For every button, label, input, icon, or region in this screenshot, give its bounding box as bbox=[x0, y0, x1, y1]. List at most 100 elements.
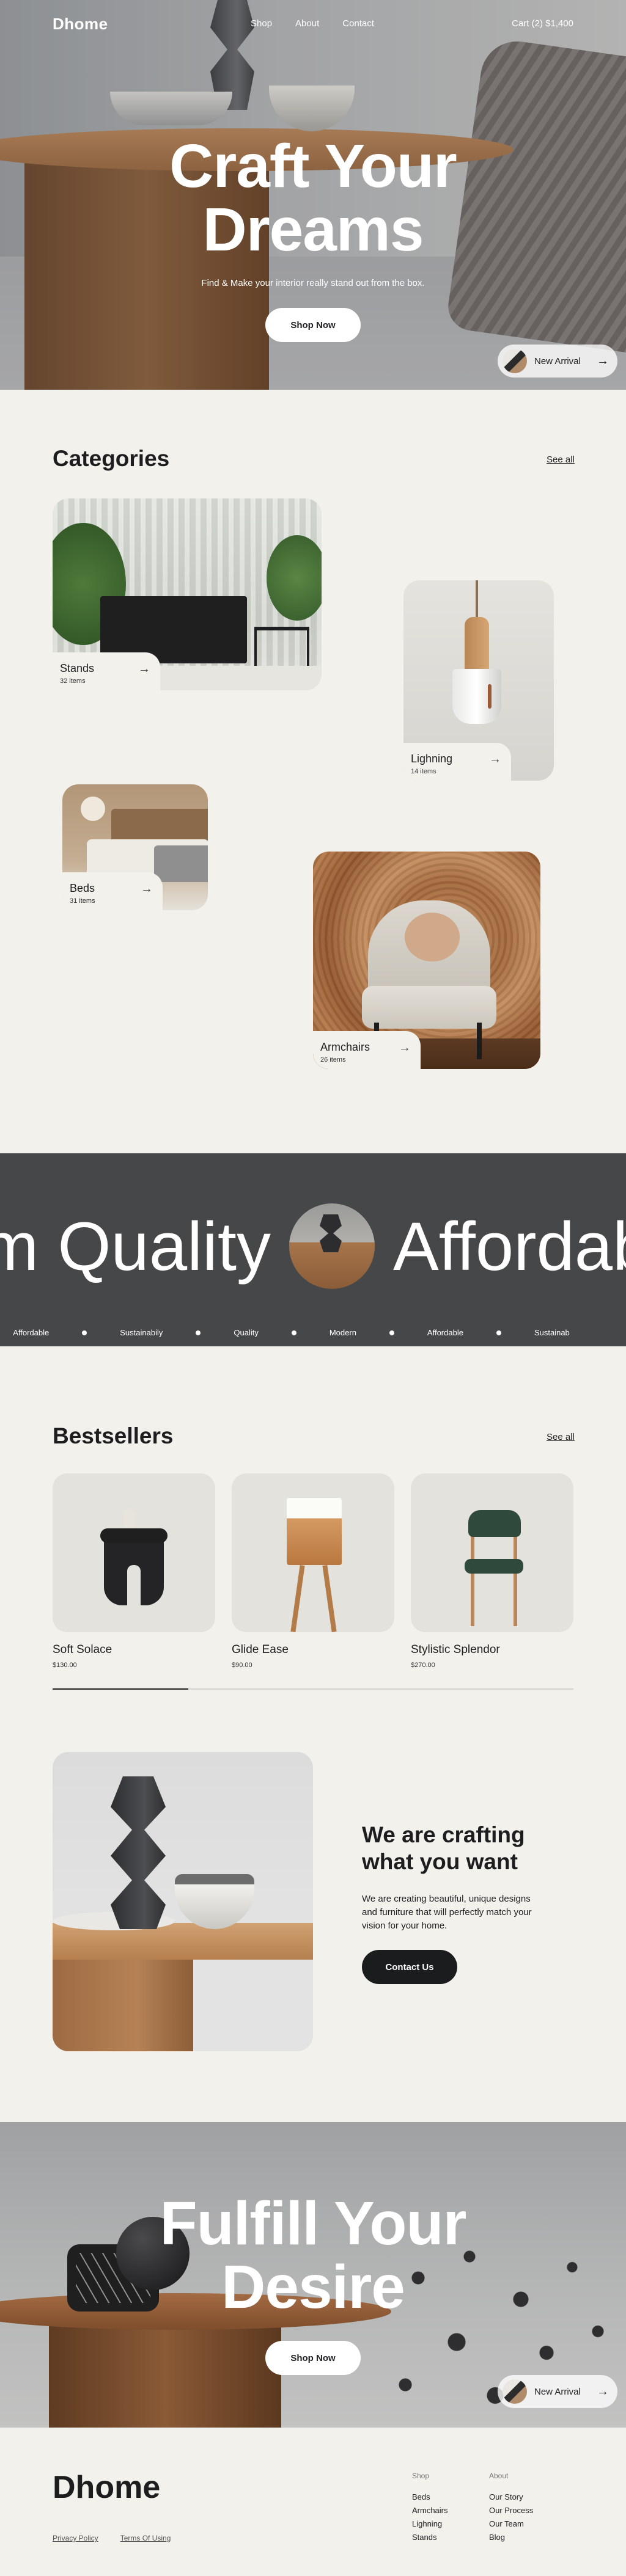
nav-link-shop[interactable]: Shop bbox=[251, 18, 272, 29]
footer-link-beds[interactable]: Beds bbox=[412, 2492, 448, 2501]
shop-now-button[interactable]: Shop Now bbox=[265, 308, 361, 342]
bullet-dot-icon bbox=[496, 1330, 501, 1335]
bestsellers-title: Bestsellers bbox=[53, 1423, 174, 1448]
product-name[interactable]: Glide Ease bbox=[232, 1643, 394, 1657]
armchair-pillow-image bbox=[405, 913, 460, 961]
footer-link-stands[interactable]: Stands bbox=[412, 2533, 448, 2542]
product-card-soft-solace[interactable]: Soft Solace $130.00 bbox=[53, 1473, 215, 1669]
category-count: 14 items bbox=[411, 768, 436, 775]
category-name: Lighning bbox=[411, 753, 453, 765]
arrow-right-icon[interactable]: → bbox=[489, 753, 501, 767]
crafting-image bbox=[53, 1752, 313, 2051]
category-tag-lightning: Lighning 14 items → bbox=[403, 743, 511, 781]
product-image-soft-solace[interactable] bbox=[53, 1473, 215, 1632]
new-arrival-thumbnail bbox=[503, 2379, 527, 2404]
marquee-item: Affordable bbox=[427, 1328, 463, 1337]
logo[interactable]: Dhome bbox=[53, 15, 108, 34]
marquee-word: m Quality bbox=[0, 1208, 271, 1285]
category-card-armchairs[interactable]: Armchairs 26 items → bbox=[313, 852, 540, 1069]
category-count: 32 items bbox=[60, 677, 86, 685]
marquee-item: Affordable bbox=[13, 1328, 50, 1337]
new-arrival-thumbnail bbox=[503, 349, 527, 373]
arrow-right-icon[interactable]: → bbox=[141, 882, 153, 896]
new-arrival-button[interactable]: New Arrival → bbox=[498, 345, 617, 378]
footer-logo[interactable]: Dhome bbox=[53, 2469, 160, 2506]
product-card-glide-ease[interactable]: Glide Ease $90.00 bbox=[232, 1473, 394, 1669]
marquee-small-row: n Affordable Sustainabily Quality Modern… bbox=[0, 1328, 570, 1337]
bestsellers-see-all-link[interactable]: See all bbox=[547, 1432, 575, 1442]
footer-link-blog[interactable]: Blog bbox=[489, 2533, 533, 2542]
crafting-bowl-image bbox=[175, 1874, 254, 1929]
arrow-right-icon: → bbox=[597, 354, 609, 368]
categories-see-all-link[interactable]: See all bbox=[547, 454, 575, 465]
desire-title: Fulfill Your Desire bbox=[0, 2192, 626, 2319]
hero-title-line-2: Dreams bbox=[202, 195, 424, 264]
product-name[interactable]: Soft Solace bbox=[53, 1643, 215, 1657]
category-tag-armchairs: Armchairs 26 items → bbox=[313, 1031, 421, 1069]
contact-us-button[interactable]: Contact Us bbox=[362, 1950, 457, 1984]
crafting-title: We are crafting what you want bbox=[362, 1822, 525, 1874]
marquee-item: Sustainab bbox=[534, 1328, 570, 1337]
product-price: $270.00 bbox=[411, 1662, 435, 1669]
bestsellers-scroll-track[interactable] bbox=[53, 1688, 573, 1690]
chair-frame bbox=[471, 1534, 474, 1626]
beds-throw-image bbox=[154, 845, 208, 882]
privacy-policy-link[interactable]: Privacy Policy bbox=[53, 2534, 98, 2542]
terms-of-using-link[interactable]: Terms Of Using bbox=[120, 2534, 171, 2542]
product-card-stylistic-splendor[interactable]: Stylistic Splendor $270.00 bbox=[411, 1473, 573, 1669]
category-tag-beds: Beds 31 items → bbox=[62, 872, 163, 910]
product-image-stylistic-splendor[interactable] bbox=[411, 1473, 573, 1632]
chair-seat-image bbox=[465, 1559, 523, 1574]
marquee-band: m Quality Affordab n Affordable Sustaina… bbox=[0, 1153, 626, 1346]
nav-link-about[interactable]: About bbox=[295, 18, 319, 29]
lamp-shade-image bbox=[452, 669, 501, 724]
footer-link-our-team[interactable]: Our Team bbox=[489, 2519, 533, 2528]
floor-lamp-leg-2 bbox=[322, 1564, 337, 1632]
desire-shop-now-button[interactable]: Shop Now bbox=[265, 2341, 361, 2375]
cart-link[interactable]: Cart (2) $1,400 bbox=[512, 18, 573, 29]
marquee-item: Modern bbox=[329, 1328, 356, 1337]
hero-subtitle: Find & Make your interior really stand o… bbox=[201, 278, 425, 288]
category-card-stands[interactable]: Stands 32 items → bbox=[53, 498, 322, 690]
desire-new-arrival-button[interactable]: New Arrival → bbox=[498, 2375, 617, 2408]
footer-column-about: About Our Story Our Process Our Team Blo… bbox=[489, 2472, 533, 2546]
category-card-beds[interactable]: Beds 31 items → bbox=[62, 784, 208, 910]
category-name: Beds bbox=[70, 882, 95, 894]
footer-link-our-story[interactable]: Our Story bbox=[489, 2492, 533, 2501]
product-price: $90.00 bbox=[232, 1662, 252, 1669]
marquee-word: Affordab bbox=[393, 1208, 626, 1285]
chair-back-image bbox=[468, 1510, 521, 1537]
footer-column-heading: About bbox=[489, 2472, 509, 2480]
arrow-right-icon[interactable]: → bbox=[399, 1041, 411, 1055]
crafting-vase-image bbox=[111, 1776, 166, 1929]
category-card-lightning[interactable]: Lighning 14 items → bbox=[403, 580, 554, 781]
floor-lamp-leg bbox=[290, 1564, 305, 1632]
footer-link-lighning[interactable]: Lighning bbox=[412, 2519, 448, 2528]
footer-link-our-process[interactable]: Our Process bbox=[489, 2506, 533, 2515]
product-image-glide-ease[interactable] bbox=[232, 1473, 394, 1632]
hero-section: Dhome Shop About Contact Cart (2) $1,400… bbox=[0, 0, 626, 390]
lamp-wood-neck bbox=[465, 617, 489, 672]
bullet-dot-icon bbox=[82, 1330, 87, 1335]
product-name[interactable]: Stylistic Splendor bbox=[411, 1643, 573, 1657]
bullet-dot-icon bbox=[196, 1330, 201, 1335]
footer-link-armchairs[interactable]: Armchairs bbox=[412, 2506, 448, 2515]
bullet-dot-icon bbox=[389, 1330, 394, 1335]
categories-title: Categories bbox=[53, 446, 170, 471]
desire-table-leg bbox=[49, 2318, 281, 2428]
armchair-leg-2 bbox=[477, 1023, 482, 1059]
bullet-dot-icon bbox=[291, 1330, 296, 1335]
nav-link-contact[interactable]: Contact bbox=[342, 18, 374, 29]
crafting-table-leg bbox=[53, 1954, 193, 2051]
hero-title: Craft Your Dreams bbox=[0, 134, 626, 261]
arrow-right-icon[interactable]: → bbox=[138, 662, 150, 676]
beds-lamp-image bbox=[81, 797, 105, 821]
chair-frame-2 bbox=[514, 1534, 517, 1626]
arrow-right-icon: → bbox=[597, 2384, 609, 2398]
stands-plant-image-2 bbox=[267, 535, 322, 621]
category-count: 26 items bbox=[320, 1056, 346, 1064]
stands-side-table-image bbox=[254, 627, 309, 670]
stool-gap bbox=[127, 1565, 141, 1605]
desire-title-line-2: Desire bbox=[221, 2253, 405, 2321]
bestsellers-scroll-thumb[interactable] bbox=[53, 1688, 188, 1690]
